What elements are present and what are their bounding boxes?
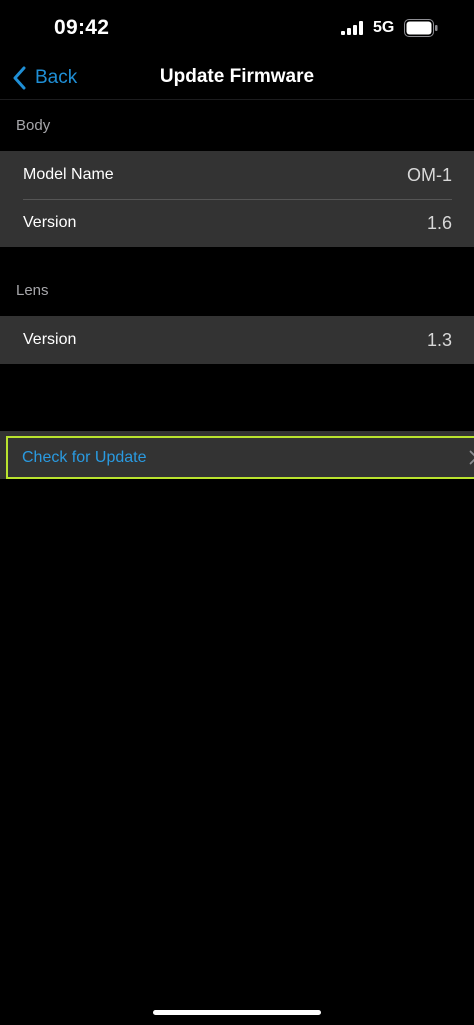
status-time: 09:42	[54, 16, 110, 39]
body-version-label: Version	[23, 214, 77, 231]
signal-icon	[341, 21, 363, 35]
body-info-group: Model Name OM-1 Version 1.6	[0, 151, 474, 247]
lens-version-value: 1.3	[426, 329, 452, 350]
lens-version-label: Version	[23, 331, 77, 348]
body-version-row: Version 1.6	[0, 199, 474, 247]
model-name-value: OM-1	[407, 164, 452, 185]
model-name-label: Model Name	[23, 166, 114, 183]
back-button[interactable]: Back	[12, 62, 77, 94]
section-header-lens: Lens	[16, 282, 49, 299]
check-for-update-label: Check for Update	[22, 448, 147, 466]
nav-divider	[0, 99, 474, 100]
home-indicator[interactable]	[153, 1010, 321, 1015]
model-name-row: Model Name OM-1	[0, 151, 474, 200]
back-label: Back	[35, 67, 78, 88]
chevron-right-icon	[469, 450, 474, 465]
section-header-body: Body	[16, 117, 51, 134]
chevron-left-icon	[13, 66, 26, 90]
battery-icon	[404, 19, 438, 37]
navigation-bar: Update Firmware Back	[0, 56, 474, 100]
body-version-value: 1.6	[426, 212, 452, 233]
status-bar: 09:42 5G	[0, 0, 474, 56]
lens-info-group: Version 1.3	[0, 316, 474, 364]
network-type: 5G	[373, 19, 395, 36]
check-for-update-button[interactable]: Check for Update	[6, 436, 474, 479]
lens-version-row: Version 1.3	[0, 316, 474, 364]
